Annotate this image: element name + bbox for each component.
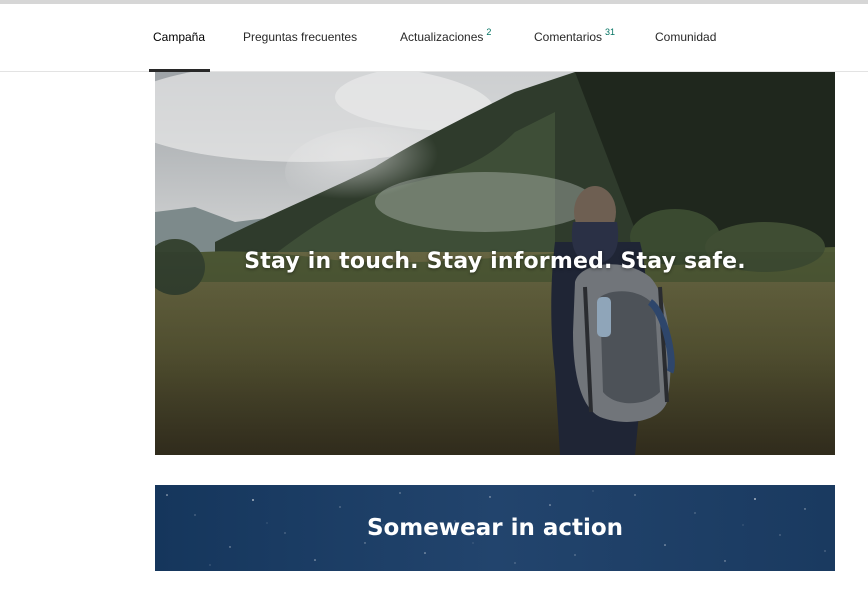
campaign-tab-bar: Campaña Preguntas frecuentes Actualizaci… (0, 4, 868, 72)
tab-campaign[interactable]: Campaña (149, 4, 211, 72)
tab-comments-label: Comentarios (534, 30, 603, 44)
tab-community-label: Comunidad (655, 30, 717, 44)
tab-updates-count: 2 (486, 27, 492, 37)
tab-updates-label: Actualizaciones (400, 30, 484, 44)
tab-faq[interactable]: Preguntas frecuentes (243, 4, 357, 71)
banner-title: Somewear in action (366, 515, 624, 541)
tab-comments-count: 31 (605, 27, 616, 37)
video-banner[interactable]: Somewear in action (155, 485, 835, 571)
tab-campaign-label: Campaña (153, 30, 206, 44)
tab-updates[interactable]: Actualizaciones 2 (400, 4, 491, 71)
tab-faq-label: Preguntas frecuentes (243, 30, 358, 44)
hero-caption: Stay in touch. Stay informed. Stay safe. (244, 249, 746, 274)
tab-community[interactable]: Comunidad (655, 4, 716, 71)
hero-image: Stay in touch. Stay informed. Stay safe. (155, 72, 835, 455)
tab-comments[interactable]: Comentarios 31 (534, 4, 615, 71)
